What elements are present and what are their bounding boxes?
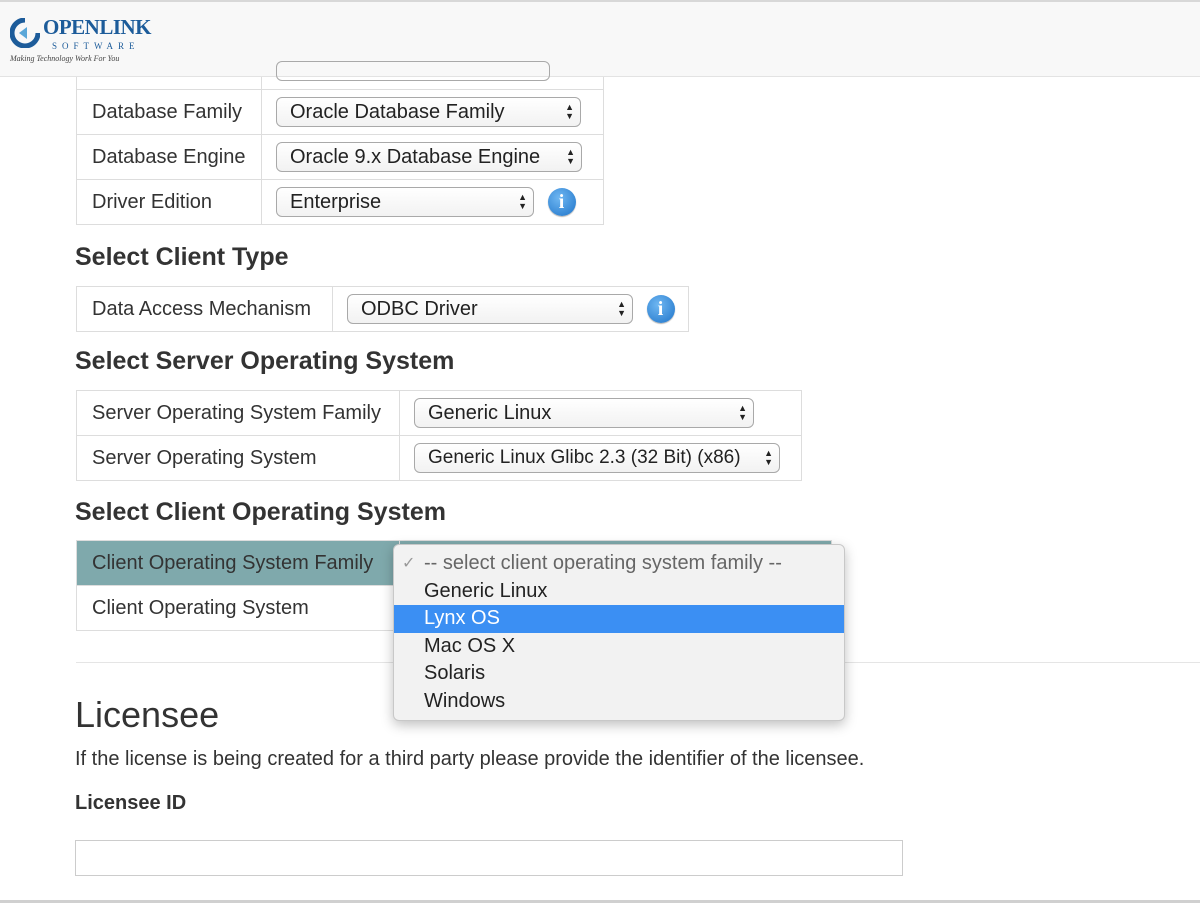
openlink-logo[interactable]: OPENLINK SOFTWARE Making Technology Work… <box>10 14 170 70</box>
select-arrows-icon: ▲ ▼ <box>565 102 574 121</box>
dropdown-option[interactable]: Mac OS X <box>394 633 844 661</box>
licensee-id-input[interactable] <box>75 840 903 876</box>
product-table: Database Family Oracle Database Family ▲… <box>76 89 604 225</box>
database-family-label: Database Family <box>76 89 262 135</box>
database-engine-value: Oracle 9.x Database Engine <box>290 146 541 168</box>
scrolled-row-fragment <box>76 61 604 89</box>
server-os-family-value: Generic Linux <box>428 402 552 424</box>
server-os-select[interactable]: Generic Linux Glibc 2.3 (32 Bit) (x86) ▲… <box>414 443 780 473</box>
server-os-cell: Generic Linux Glibc 2.3 (32 Bit) (x86) ▲… <box>399 435 802 481</box>
info-icon[interactable]: i <box>547 188 576 216</box>
table-row: Database Family Oracle Database Family ▲… <box>76 89 604 135</box>
data-access-mechanism-value: ODBC Driver <box>361 298 478 320</box>
client-os-family-dropdown[interactable]: ✓ -- select client operating system fami… <box>393 544 845 721</box>
database-family-cell: Oracle Database Family ▲ ▼ <box>261 89 604 135</box>
table-row: Database Engine Oracle 9.x Database Engi… <box>76 134 604 180</box>
data-access-mechanism-label: Data Access Mechanism <box>76 286 333 332</box>
table-row: Server Operating System Family Generic L… <box>76 390 802 436</box>
dropdown-option[interactable]: ✓ -- select client operating system fami… <box>394 550 844 578</box>
openlink-logo-icon <box>10 18 40 48</box>
database-engine-select[interactable]: Oracle 9.x Database Engine ▲ ▼ <box>276 142 582 172</box>
select-arrows-icon: ▲ ▼ <box>518 192 527 211</box>
data-access-mechanism-cell: ODBC Driver ▲ ▼ i <box>332 286 689 332</box>
client-os-heading: Select Client Operating System <box>75 498 446 526</box>
server-os-heading: Select Server Operating System <box>75 347 455 375</box>
database-engine-label: Database Engine <box>76 134 262 180</box>
logo-tagline: Making Technology Work For You <box>10 54 120 63</box>
server-os-table: Server Operating System Family Generic L… <box>76 390 802 481</box>
scrolled-select[interactable] <box>276 61 550 81</box>
client-type-heading: Select Client Type <box>75 243 289 271</box>
table-row: Data Access Mechanism ODBC Driver ▲ ▼ i <box>76 286 689 332</box>
database-family-value: Oracle Database Family <box>290 101 505 123</box>
server-os-family-cell: Generic Linux ▲ ▼ <box>399 390 802 436</box>
logo-name: OPENLINK <box>43 15 152 39</box>
select-arrows-icon: ▲ ▼ <box>566 147 575 166</box>
select-arrows-icon: ▲ ▼ <box>738 403 747 422</box>
dropdown-option[interactable]: Windows <box>394 688 844 716</box>
page-header: OPENLINK SOFTWARE Making Technology Work… <box>0 0 1200 77</box>
logo-subname: SOFTWARE <box>52 41 140 51</box>
licensee-id-label: Licensee ID <box>75 792 187 814</box>
driver-edition-value: Enterprise <box>290 191 382 213</box>
table-row: Server Operating System Generic Linux Gl… <box>76 435 802 481</box>
licensee-heading: Licensee <box>75 694 220 735</box>
data-access-mechanism-select[interactable]: ODBC Driver ▲ ▼ <box>347 294 633 324</box>
client-os-label: Client Operating System <box>76 585 400 631</box>
select-arrows-icon: ▲ ▼ <box>617 299 626 318</box>
driver-edition-cell: Enterprise ▲ ▼ i <box>261 179 604 225</box>
info-icon[interactable]: i <box>646 295 675 323</box>
dropdown-option[interactable]: Solaris <box>394 660 844 688</box>
dropdown-option-highlighted[interactable]: Lynx OS <box>394 605 844 633</box>
table-row: Driver Edition Enterprise ▲ ▼ i <box>76 179 604 225</box>
driver-edition-label: Driver Edition <box>76 179 262 225</box>
server-os-family-select[interactable]: Generic Linux ▲ ▼ <box>414 398 754 428</box>
dropdown-option[interactable]: Generic Linux <box>394 578 844 606</box>
server-os-family-label: Server Operating System Family <box>76 390 400 436</box>
select-arrows-icon: ▲ ▼ <box>764 448 773 467</box>
server-os-label: Server Operating System <box>76 435 400 481</box>
client-os-family-label: Client Operating System Family <box>76 540 400 586</box>
checkmark-icon: ✓ <box>402 555 416 572</box>
client-type-table: Data Access Mechanism ODBC Driver ▲ ▼ i <box>76 286 689 332</box>
database-engine-cell: Oracle 9.x Database Engine ▲ ▼ <box>261 134 604 180</box>
licensee-help-text: If the license is being created for a th… <box>75 748 865 770</box>
driver-edition-select[interactable]: Enterprise ▲ ▼ <box>276 187 534 217</box>
server-os-value: Generic Linux Glibc 2.3 (32 Bit) (x86) <box>428 447 741 468</box>
database-family-select[interactable]: Oracle Database Family ▲ ▼ <box>276 97 581 127</box>
